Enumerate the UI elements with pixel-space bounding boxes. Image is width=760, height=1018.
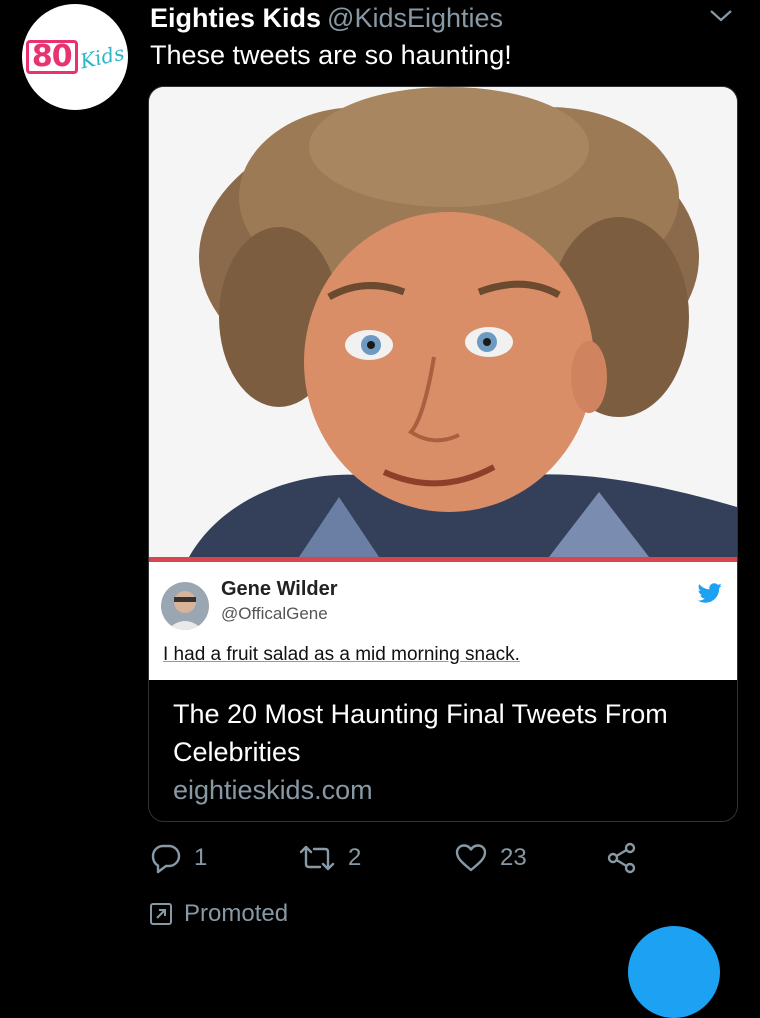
embedded-author-handle: @OfficalGene: [221, 604, 328, 623]
twitter-bird-icon: [697, 582, 723, 604]
like-count: 23: [500, 844, 527, 871]
author-name[interactable]: Eighties Kids: [150, 3, 321, 33]
reply-icon: [150, 842, 182, 874]
tweet-text: These tweets are so haunting!: [150, 40, 512, 70]
card-image: Gene Wilder @OfficalGene I had a fruit s…: [149, 87, 737, 680]
tweet-header: Eighties Kids @KidsEighties: [150, 2, 503, 34]
embedded-author-name: Gene Wilder: [221, 578, 338, 600]
card-title: The 20 Most Haunting Final Tweets From C…: [173, 699, 668, 767]
promoted-arrow-icon: [150, 903, 172, 925]
embedded-avatar: [161, 582, 209, 630]
avatar-logo-word: Kids: [77, 40, 127, 74]
embedded-tweet-text: I had a fruit salad as a mid morning sna…: [163, 644, 520, 665]
author-handle[interactable]: @KidsEighties: [327, 3, 503, 33]
reply-count: 1: [194, 844, 208, 871]
chevron-down-icon[interactable]: [708, 6, 734, 26]
retweet-count: 2: [348, 844, 362, 871]
like-button[interactable]: 23: [454, 842, 527, 874]
embedded-tweet: Gene Wilder @OfficalGene I had a fruit s…: [149, 557, 737, 680]
link-card[interactable]: Gene Wilder @OfficalGene I had a fruit s…: [148, 86, 738, 822]
share-icon: [606, 842, 638, 874]
author-avatar[interactable]: 80 Kids: [22, 4, 128, 110]
promoted-text: Promoted: [184, 900, 289, 927]
card-domain: eightieskids.com: [173, 775, 373, 805]
tweet-actions: 1 2 23: [150, 842, 670, 882]
compose-tweet-button[interactable]: [628, 926, 720, 1018]
reply-button[interactable]: 1: [150, 842, 207, 874]
like-icon: [454, 842, 488, 874]
retweet-icon: [298, 842, 336, 874]
promoted-label[interactable]: Promoted: [150, 900, 288, 928]
retweet-button[interactable]: 2: [298, 842, 361, 874]
avatar-logo-number: 80: [25, 40, 78, 74]
share-button[interactable]: [606, 842, 638, 874]
